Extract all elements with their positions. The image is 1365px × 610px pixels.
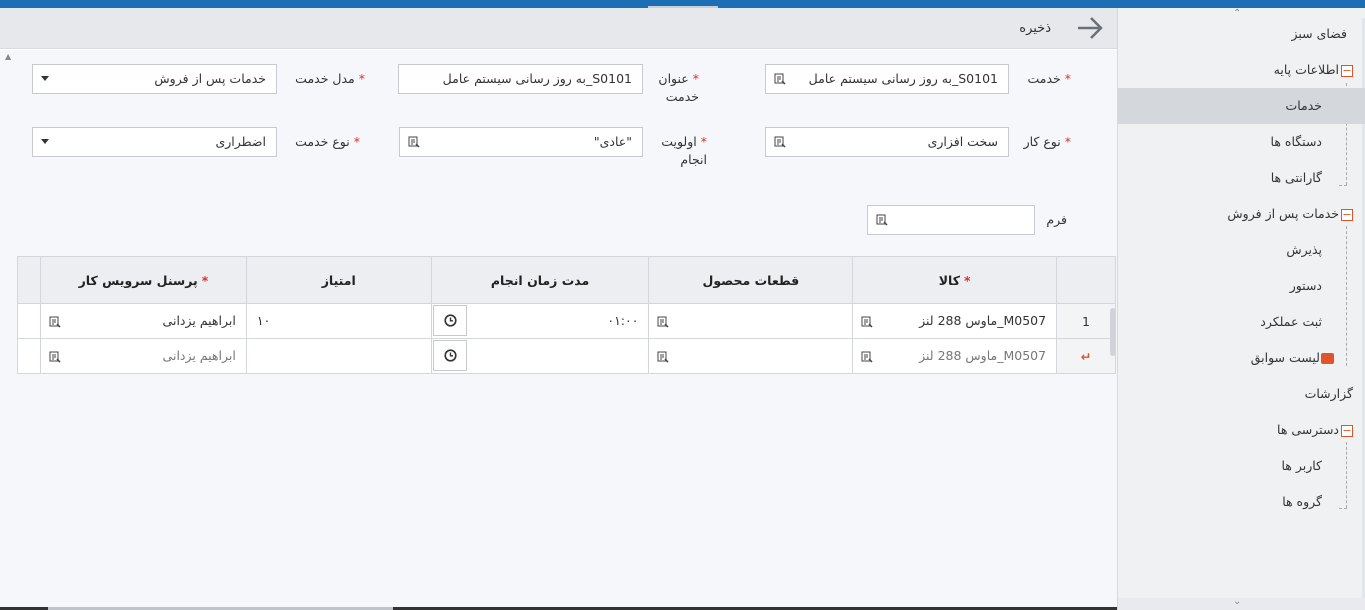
collapse-icon[interactable]: − (1341, 208, 1353, 221)
clock-button[interactable] (432, 305, 467, 336)
lookup-icon[interactable] (49, 316, 61, 328)
row-spacer (16, 338, 42, 374)
column-header-score[interactable]: امتیاز (245, 256, 432, 304)
collapse-icon[interactable]: − (1341, 424, 1353, 437)
scroll-up-icon[interactable]: ▲ (5, 52, 11, 61)
sidebar-item-users[interactable]: کاربر ها (1281, 448, 1322, 484)
column-header-duration[interactable]: مدت زمان انجام (430, 256, 650, 304)
sidebar-item-history-list[interactable]: لیست سوابق (1251, 340, 1334, 376)
sidebar-item-warranties[interactable]: گارانتی ها (1271, 160, 1322, 196)
column-header-parts[interactable]: قطعات محصول (648, 256, 854, 304)
lookup-icon[interactable] (657, 316, 669, 328)
sidebar-item-devices[interactable]: دستگاه ها (1271, 124, 1322, 160)
service-title-field[interactable]: S0101_به روز رسانی سیستم عامل (398, 64, 643, 94)
row-spacer (16, 303, 42, 339)
item-cell[interactable]: M0507_ماوس 288 لنز (852, 338, 1058, 374)
history-icon (1321, 353, 1334, 364)
form-label: فرم (1046, 212, 1067, 227)
lookup-icon[interactable] (774, 136, 786, 148)
lookup-icon[interactable] (657, 351, 669, 363)
sidebar-item-order[interactable]: دستور (1290, 268, 1322, 304)
service-type-label: *نوع خدمت (295, 134, 360, 149)
tree-connector (1339, 185, 1347, 186)
form-panel: ▲ *خدمت S0101_به روز رسانی سیستم عامل *ع… (0, 50, 1117, 610)
personnel-cell[interactable]: ابراهیم یزدانی (40, 303, 247, 339)
sidebar-item-reception[interactable]: پذیرش (1286, 232, 1322, 268)
chevron-down-icon (41, 139, 49, 144)
clock-button[interactable] (432, 340, 467, 371)
table-row[interactable]: 1 M0507_ماوس 288 لنز ۰۱:۰۰ ۱۰ ابراهیم یز… (16, 303, 1116, 339)
enter-icon: ↵ (1056, 338, 1116, 374)
panel-splitter[interactable] (1110, 308, 1116, 356)
score-cell[interactable]: ۱۰ (245, 303, 432, 339)
toolbar: ذخیره (0, 8, 1117, 49)
duration-cell[interactable]: ۰۱:۰۰ (430, 303, 650, 339)
grid-header-row: *کالا قطعات محصول مدت زمان انجام امتیاز … (16, 256, 1116, 304)
table-row-new[interactable]: ↵ M0507_ماوس 288 لنز ابراهیم یزدانی (16, 338, 1116, 374)
service-model-label: *مدل خدمت (295, 71, 365, 86)
priority-label: *اولویت انجام (661, 134, 707, 167)
sidebar-item-after-sales[interactable]: −خدمات پس از فروش (1227, 196, 1353, 232)
row-index-header (1056, 256, 1116, 304)
items-grid: *کالا قطعات محصول مدت زمان انجام امتیاز … (16, 256, 1116, 374)
form-field[interactable] (867, 205, 1035, 235)
lookup-icon[interactable] (861, 316, 873, 328)
left-scrollbar[interactable]: ▲ (0, 50, 18, 610)
duration-cell[interactable] (430, 338, 650, 374)
lookup-icon[interactable] (408, 136, 420, 148)
parts-cell[interactable] (648, 338, 854, 374)
tree-connector (1346, 226, 1347, 366)
sidebar-item-performance[interactable]: ثبت عملکرد (1260, 304, 1322, 340)
sidebar-item-access[interactable]: −دسترسی ها (1277, 412, 1353, 448)
lookup-icon[interactable] (861, 351, 873, 363)
sidebar: ⌃ فضای سبز −اطلاعات پایه خدمات دستگاه ها… (1117, 8, 1365, 610)
service-field[interactable]: S0101_به روز رسانی سیستم عامل (765, 64, 1009, 94)
item-cell[interactable]: M0507_ماوس 288 لنز (852, 303, 1058, 339)
sidebar-item-groups[interactable]: گروه ها (1282, 484, 1322, 520)
sidebar-item-reports[interactable]: گزارشات (1305, 376, 1353, 412)
parts-cell[interactable] (648, 303, 854, 339)
save-label[interactable]: ذخیره (1019, 21, 1051, 36)
service-label: *خدمت (1027, 71, 1071, 86)
sidebar-item-services[interactable]: خدمات (1118, 88, 1365, 124)
lookup-icon[interactable] (49, 351, 61, 363)
score-cell[interactable] (245, 338, 432, 374)
lookup-icon[interactable] (876, 214, 888, 226)
tree-connector (1346, 442, 1347, 508)
sidebar-item-green-space[interactable]: فضای سبز (1291, 16, 1347, 52)
work-type-field[interactable]: سخت افزاری (765, 127, 1009, 157)
sidebar-footer (1118, 598, 1365, 610)
collapse-icon[interactable]: − (1341, 64, 1353, 77)
service-model-select[interactable]: خدمات پس از فروش (32, 64, 277, 94)
column-header-personnel[interactable]: *پرسنل سرویس کار (40, 256, 247, 304)
service-title-label: *عنوان خدمت (658, 71, 699, 104)
column-header-item[interactable]: *کالا (852, 256, 1058, 304)
sidebar-item-base-info[interactable]: −اطلاعات پایه (1274, 52, 1353, 88)
clock-icon (444, 314, 457, 327)
lookup-icon[interactable] (774, 73, 786, 85)
row-index: 1 (1056, 303, 1116, 339)
chevron-down-icon (41, 76, 49, 81)
scroll-down-icon[interactable]: ⌄ (1233, 596, 1241, 607)
personnel-cell[interactable]: ابراهیم یزدانی (40, 338, 247, 374)
tree-connector (1339, 508, 1347, 509)
grid-spacer (16, 256, 42, 304)
top-accent-bar (0, 0, 1365, 14)
arrow-right-icon[interactable] (1075, 13, 1105, 49)
service-type-select[interactable]: اضطراری (32, 127, 277, 157)
scroll-up-icon[interactable]: ⌃ (1233, 8, 1241, 19)
work-type-label: *نوع کار (1023, 134, 1071, 149)
priority-field[interactable]: "عادی" (399, 127, 643, 157)
clock-icon (444, 349, 457, 362)
